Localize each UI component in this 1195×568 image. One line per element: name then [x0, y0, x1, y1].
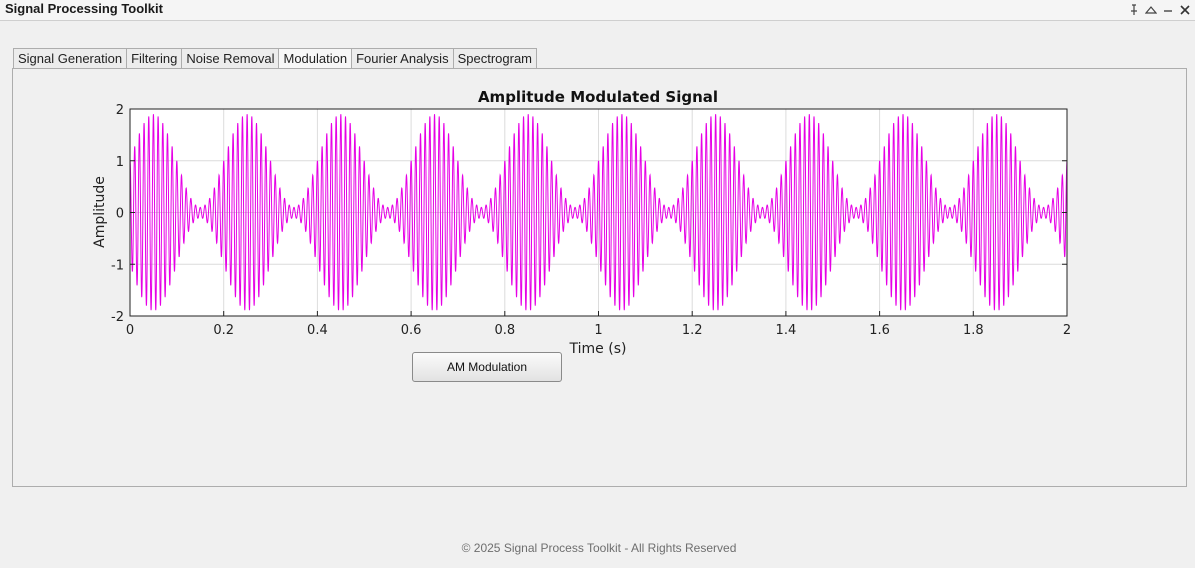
am-modulation-button[interactable]: AM Modulation	[412, 352, 562, 382]
x-axis-label: Time (s)	[569, 341, 627, 357]
x-tick-label: 1.2	[682, 323, 703, 338]
x-tick-label: 2	[1063, 323, 1071, 338]
x-tick-label: 0	[126, 323, 134, 338]
x-tick-label: 0.6	[401, 323, 422, 338]
am-signal-chart: Amplitude Modulated Signal 0 0.2 0.4 0.6 0.8…	[92, 88, 1071, 357]
x-tick-label: 1.6	[869, 323, 890, 338]
y-tick-label: 0	[116, 207, 124, 222]
y-tick-label: -2	[111, 310, 124, 325]
y-axis-label: Amplitude	[92, 176, 108, 248]
x-tick-label: 0.8	[494, 323, 515, 338]
y-tick-label: 1	[116, 155, 124, 170]
x-tick-label: 0.4	[307, 323, 328, 338]
y-tick-label: 2	[116, 103, 124, 118]
chart-title: Amplitude Modulated Signal	[478, 88, 718, 106]
y-tick-label: -1	[111, 258, 124, 273]
x-tick-label: 1	[594, 323, 602, 338]
x-tick-label: 1.4	[776, 323, 797, 338]
footer-copyright: © 2025 Signal Process Toolkit - All Righ…	[461, 541, 737, 555]
x-tick-label: 1.8	[963, 323, 984, 338]
x-tick-label: 0.2	[213, 323, 234, 338]
